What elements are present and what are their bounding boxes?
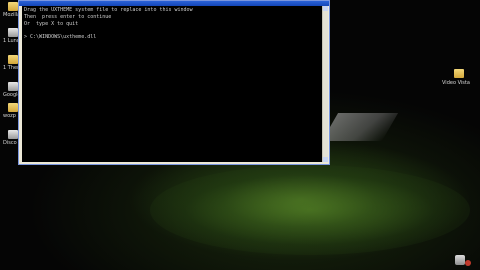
tray-app-icon[interactable] [455, 255, 465, 265]
notification-badge-icon [465, 260, 471, 266]
desktop-folder-icon[interactable] [8, 2, 18, 11]
desktop-file-icon[interactable] [8, 82, 18, 91]
wallpaper-laptop-shape [321, 113, 399, 141]
console-input-line[interactable]: > C:\WINDOWS\uxtheme.dll [24, 34, 96, 40]
wallpaper-glow [150, 165, 470, 255]
desktop-icon-label: Video Vista [442, 80, 470, 86]
console-line: Or type X to quit [24, 21, 79, 27]
vertical-scrollbar[interactable] [322, 6, 328, 162]
scroll-down-arrow-icon[interactable] [323, 157, 328, 162]
desktop: Mozilla 1 Lunch 1 Theme Google wozp Disc… [0, 0, 480, 270]
desktop-icon-label: Disco [3, 140, 17, 146]
console-window[interactable]: Drag the UXTHEME system file to replace … [18, 0, 330, 165]
desktop-file-icon[interactable] [8, 28, 18, 37]
console-output[interactable]: Drag the UXTHEME system file to replace … [22, 6, 324, 162]
desktop-folder-icon[interactable] [8, 55, 18, 64]
desktop-folder-icon[interactable] [8, 103, 18, 112]
desktop-icon-label: wozp [3, 113, 16, 119]
desktop-file-icon[interactable] [8, 130, 18, 139]
console-line: Then press enter to continue [24, 14, 112, 20]
desktop-folder-icon[interactable] [454, 69, 464, 78]
scroll-up-arrow-icon[interactable] [323, 6, 328, 11]
console-line: Drag the UXTHEME system file to replace … [24, 7, 193, 13]
